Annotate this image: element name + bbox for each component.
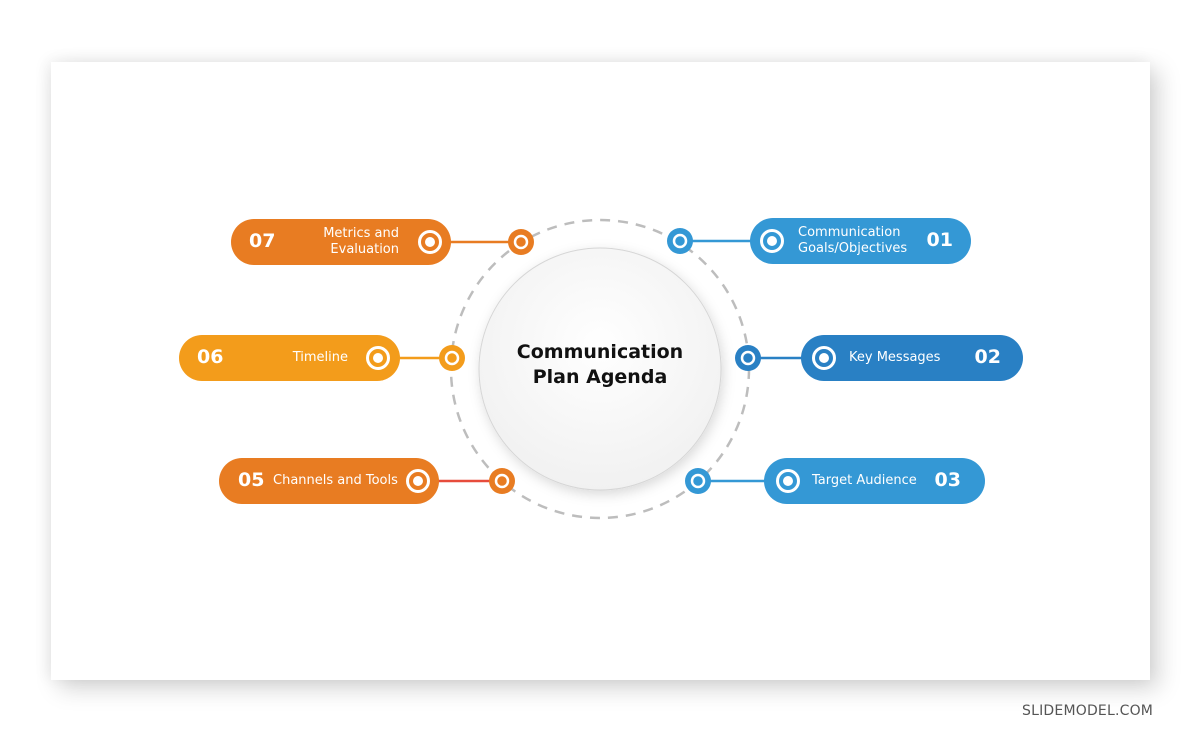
orbit-node-02	[735, 345, 761, 371]
target-ring-icon	[760, 229, 784, 253]
center-title-line2: Plan Agenda	[532, 366, 668, 388]
target-ring-icon	[406, 469, 430, 493]
orbit-node-06	[439, 345, 465, 371]
orbit-node-03	[685, 468, 711, 494]
agenda-item-03[interactable]: Target Audience 03	[764, 458, 985, 504]
item-number: 01	[926, 229, 953, 251]
target-ring-icon	[418, 230, 442, 254]
item-number: 06	[197, 346, 224, 368]
item-label: Channels and Tools	[273, 473, 398, 488]
item-number: 03	[934, 469, 961, 491]
target-ring-icon	[776, 469, 800, 493]
item-number: 07	[249, 230, 276, 252]
orbit-node-05	[489, 468, 515, 494]
center-title: Communication Plan Agenda	[480, 340, 720, 390]
item-label: Target Audience	[812, 473, 917, 488]
agenda-item-06[interactable]: 06 Timeline	[179, 335, 400, 381]
target-ring-icon	[366, 346, 390, 370]
orbit-node-01	[667, 228, 693, 254]
item-number: 02	[974, 346, 1001, 368]
item-label: Communication Goals/Objectives	[798, 225, 908, 256]
agenda-item-05[interactable]: 05 Channels and Tools	[219, 458, 439, 504]
center-title-line1: Communication	[516, 341, 684, 363]
brand-watermark: SLIDEMODEL.COM	[1022, 703, 1154, 719]
agenda-item-02[interactable]: Key Messages 02	[801, 335, 1023, 381]
item-number: 05	[238, 469, 265, 491]
agenda-item-01[interactable]: Communication Goals/Objectives 01	[750, 218, 971, 264]
orbit-node-07	[508, 229, 534, 255]
target-ring-icon	[812, 346, 836, 370]
item-label: Timeline	[292, 350, 348, 365]
item-label: Metrics and Evaluation	[323, 226, 399, 257]
agenda-item-07[interactable]: 07 Metrics and Evaluation	[231, 219, 451, 265]
item-label: Key Messages	[849, 350, 941, 365]
